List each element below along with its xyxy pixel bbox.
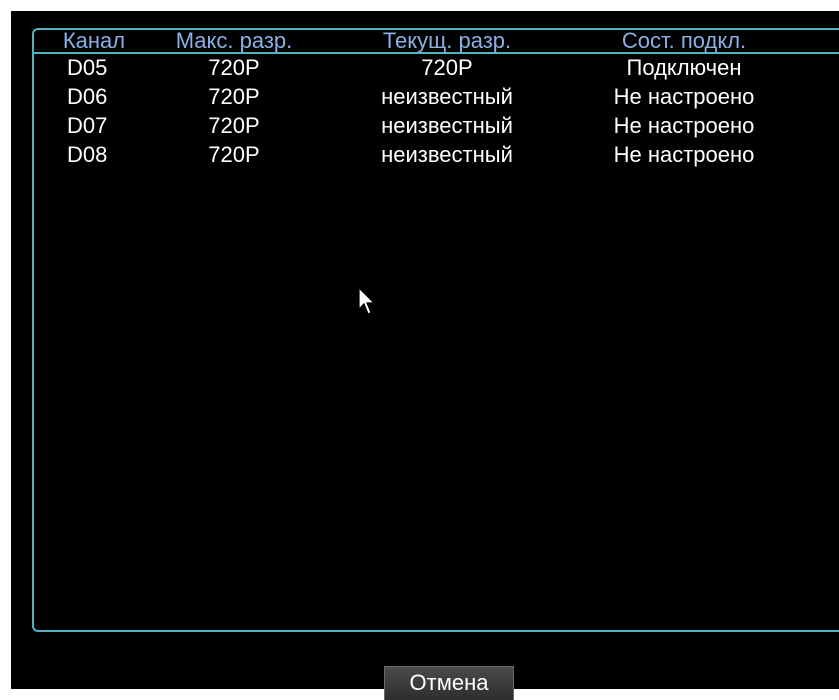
cell-channel: D07	[67, 113, 108, 138]
table-row[interactable]: D05 720P 720P Подключен	[34, 55, 839, 84]
cell-connection-status: Не настроено	[613, 142, 755, 167]
cell-channel: D05	[67, 55, 108, 80]
cell-current-resolution: неизвестный	[381, 113, 513, 138]
cell-current-resolution: 720P	[421, 55, 473, 80]
cell-connection-status: Подключен	[626, 55, 742, 80]
cell-current-resolution: неизвестный	[381, 142, 513, 167]
channel-status-dialog: Канал Макс. разр. Текущ. разр. Сост. под…	[11, 11, 839, 700]
cell-max-resolution: 720P	[208, 84, 260, 109]
header-current-resolution: Текущ. разр.	[382, 28, 512, 53]
cell-max-resolution: 720P	[208, 113, 260, 138]
cell-max-resolution: 720P	[208, 142, 260, 167]
table-row[interactable]: D07 720P неизвестный Не настроено	[34, 113, 839, 142]
cell-max-resolution: 720P	[208, 55, 260, 80]
cancel-button[interactable]: Отмена	[384, 666, 514, 700]
header-connection-status: Сост. подкл.	[621, 28, 747, 53]
table-row[interactable]: D08 720P неизвестный Не настроено	[34, 142, 839, 171]
header-channel: Канал	[62, 28, 126, 53]
channel-table: Канал Макс. разр. Текущ. разр. Сост. под…	[32, 28, 839, 632]
cell-channel: D08	[67, 142, 108, 167]
header-max-resolution: Макс. разр.	[175, 28, 293, 53]
cell-channel: D06	[67, 84, 108, 109]
mouse-pointer-icon	[358, 287, 376, 315]
cell-connection-status: Не настроено	[613, 84, 755, 109]
table-header: Канал Макс. разр. Текущ. разр. Сост. под…	[34, 28, 839, 54]
cell-current-resolution: неизвестный	[381, 84, 513, 109]
cell-connection-status: Не настроено	[613, 113, 755, 138]
table-row[interactable]: D06 720P неизвестный Не настроено	[34, 84, 839, 113]
